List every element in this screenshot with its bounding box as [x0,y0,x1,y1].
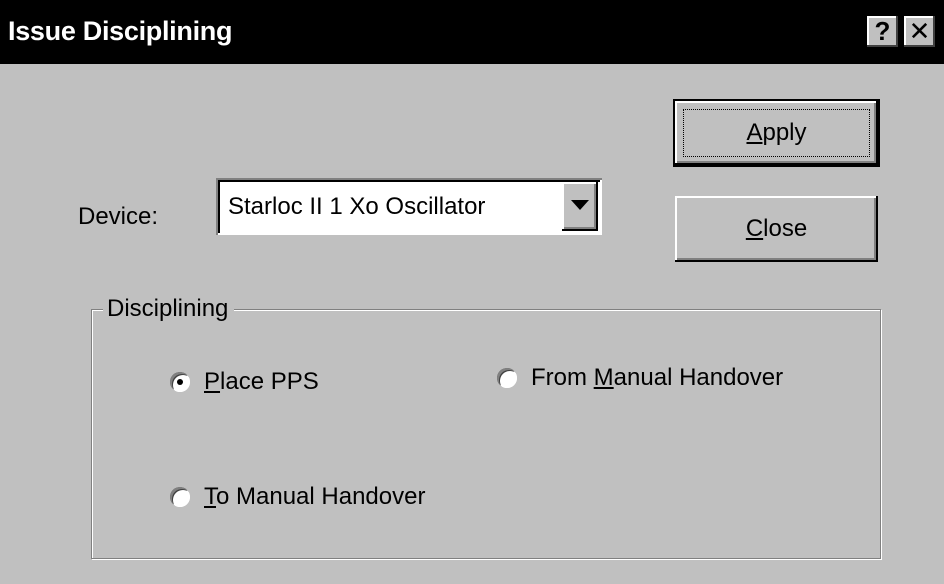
radio-label: To Manual Handover [204,483,426,510]
disciplining-group-label: Disciplining [103,294,235,324]
apply-button-label: Apply [746,119,807,146]
disciplining-group [91,309,881,559]
dropdown-button[interactable] [562,182,598,231]
radio-button[interactable] [170,372,190,392]
issue-disciplining-dialog: Issue Disciplining ? ✕ Apply Close Devic… [0,0,944,584]
close-button[interactable]: Close [675,196,878,262]
device-label: Device: [78,203,159,230]
apply-button[interactable]: Apply [675,101,878,165]
chevron-down-icon [571,200,589,210]
radio-from-manual-handover[interactable]: From Manual Handover [497,363,827,395]
window-title: Issue Disciplining [8,16,233,46]
title-bar[interactable]: Issue Disciplining ? ✕ [0,0,944,64]
close-icon: ✕ [908,16,931,46]
radio-label: From Manual Handover [531,364,784,391]
help-button[interactable]: ? [867,16,898,47]
radio-button[interactable] [170,487,190,507]
radio-to-manual-handover[interactable]: To Manual Handover [170,482,470,514]
radio-selected-dot [177,379,183,385]
device-select[interactable]: Starloc II 1 Xo Oscillator [216,178,602,235]
radio-button[interactable] [497,368,517,388]
radio-label: Place PPS [204,368,319,395]
radio-place-pps[interactable]: Place PPS [170,367,370,399]
close-window-button[interactable]: ✕ [904,16,935,47]
help-icon: ? [874,16,891,46]
close-button-label: Close [745,215,808,242]
device-select-value: Starloc II 1 Xo Oscillator [228,193,486,220]
